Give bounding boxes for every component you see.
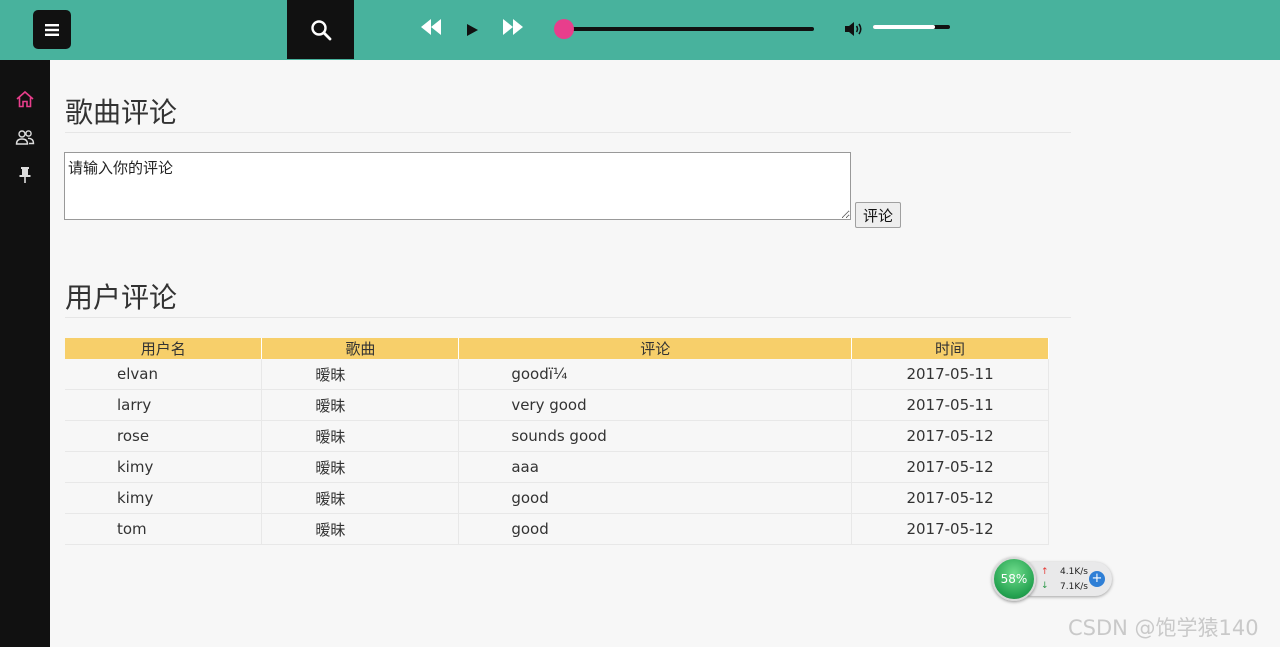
boost-plus-icon[interactable]: + [1089, 571, 1105, 587]
column-header-song: 歌曲 [261, 338, 460, 359]
column-header-username: 用户名 [65, 338, 263, 359]
search-icon [310, 19, 331, 40]
cell-time: 2017-05-12 [851, 420, 1049, 452]
menu-button[interactable] [33, 10, 71, 49]
sidebar-item-users[interactable] [0, 118, 50, 156]
table-row: tom 暧昧 good 2017-05-12 [65, 513, 1049, 545]
cell-comment: aaa [458, 451, 853, 483]
memory-usage-ball[interactable]: 58% [992, 557, 1036, 601]
cell-time: 2017-05-12 [851, 451, 1049, 483]
song-comments-title: 歌曲评论 [65, 96, 178, 129]
download-speed: 7.1K/s [1060, 582, 1088, 592]
cell-time: 2017-05-11 [851, 359, 1049, 390]
search-button[interactable] [287, 0, 354, 59]
sidebar-item-pin[interactable] [0, 156, 50, 194]
cell-time: 2017-05-12 [851, 513, 1049, 545]
cell-username: elvan [65, 359, 263, 390]
sidebar [0, 60, 50, 647]
table-header-row: 用户名 歌曲 评论 时间 [65, 338, 1049, 359]
divider [65, 317, 1071, 318]
submit-comment-button[interactable]: 评论 [855, 202, 901, 228]
comment-textarea[interactable] [64, 152, 851, 220]
upload-speed: 4.1K/s [1060, 567, 1088, 577]
volume-slider[interactable] [873, 25, 950, 29]
sidebar-item-home[interactable] [0, 80, 50, 118]
pin-icon [19, 167, 31, 183]
network-speed-widget[interactable]: ↑ ↓ 4.1K/s 7.1K/s + 58% [992, 557, 1114, 601]
play-icon [467, 24, 478, 36]
cell-song: 暧昧 [261, 482, 460, 514]
user-comments-title: 用户评论 [65, 281, 178, 314]
download-arrow-icon: ↓ [1041, 581, 1049, 591]
cell-time: 2017-05-11 [851, 389, 1049, 421]
volume-icon[interactable] [844, 20, 864, 38]
cell-username: kimy [65, 451, 263, 483]
column-header-time: 时间 [851, 338, 1049, 359]
cell-song: 暧昧 [261, 451, 460, 483]
cell-username: tom [65, 513, 263, 545]
cell-comment: good [458, 482, 853, 514]
cell-song: 暧昧 [261, 513, 460, 545]
cell-comment: sounds good [458, 420, 853, 452]
cell-comment: goodï¼ [458, 359, 853, 390]
cell-comment: good [458, 513, 853, 545]
progress-slider[interactable] [554, 19, 814, 39]
player-bar [0, 0, 1280, 60]
table-row: kimy 暧昧 good 2017-05-12 [65, 482, 1049, 514]
cell-comment: very good [458, 389, 853, 421]
column-header-comment: 评论 [458, 338, 853, 359]
home-icon [16, 90, 34, 108]
comments-table: 用户名 歌曲 评论 时间 elvan 暧昧 goodï¼ 2017-05-11 … [65, 338, 1049, 545]
fast-forward-icon [503, 19, 523, 35]
hamburger-icon [45, 23, 59, 36]
play-button[interactable] [464, 18, 480, 42]
progress-handle[interactable] [554, 19, 574, 39]
upload-arrow-icon: ↑ [1041, 567, 1049, 577]
table-row: rose 暧昧 sounds good 2017-05-12 [65, 420, 1049, 452]
cell-username: kimy [65, 482, 263, 514]
users-icon [15, 130, 35, 145]
cell-song: 暧昧 [261, 389, 460, 421]
cell-username: larry [65, 389, 263, 421]
volume-fill [873, 25, 935, 29]
cell-song: 暧昧 [261, 420, 460, 452]
table-row: kimy 暧昧 aaa 2017-05-12 [65, 451, 1049, 483]
rewind-icon [421, 19, 441, 35]
table-row: elvan 暧昧 goodï¼ 2017-05-11 [65, 359, 1049, 390]
cell-song: 暧昧 [261, 359, 460, 390]
fast-forward-button[interactable] [502, 15, 524, 39]
divider [65, 132, 1071, 133]
cell-username: rose [65, 420, 263, 452]
cell-time: 2017-05-12 [851, 482, 1049, 514]
rewind-button[interactable] [420, 15, 442, 39]
table-row: larry 暧昧 very good 2017-05-11 [65, 389, 1049, 421]
watermark: CSDN @饱学猿140 [1068, 616, 1259, 640]
